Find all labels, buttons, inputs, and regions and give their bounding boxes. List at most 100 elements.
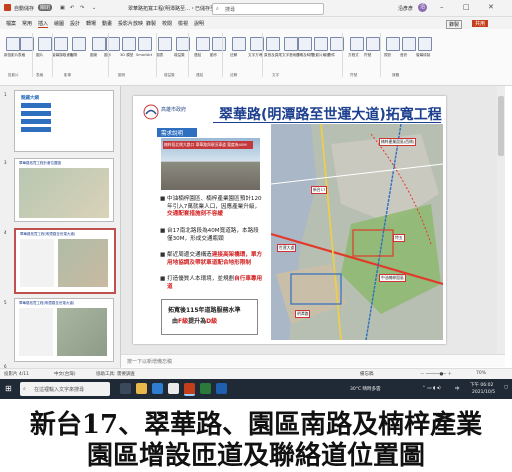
- ribbon-button-label[interactable]: 連結: [194, 53, 201, 58]
- ribbon-button-label[interactable]: SmartArt: [136, 53, 152, 57]
- ribbon-button-label[interactable]: 表格: [18, 53, 25, 58]
- tab-review[interactable]: 校閱: [162, 20, 172, 27]
- ribbon-button-12-icon[interactable]: [212, 37, 226, 51]
- level-from: F級: [178, 318, 189, 325]
- ribbon-button-13-icon[interactable]: [232, 37, 246, 51]
- tab-help[interactable]: 說明: [194, 20, 204, 27]
- ribbon-button-label[interactable]: 圖片: [36, 53, 43, 58]
- vertical-scrollbar[interactable]: [497, 86, 505, 354]
- task-view-icon[interactable]: [120, 383, 131, 394]
- ribbon-button-2-icon[interactable]: [38, 37, 52, 51]
- photo-caption: 楠梓段北側大路口 翠華路與現況車道 寬度為40M: [163, 141, 253, 149]
- word-icon[interactable]: [216, 383, 227, 394]
- ribbon-button-16-icon[interactable]: [284, 37, 298, 51]
- ribbon-button-24-icon[interactable]: [418, 37, 432, 51]
- ribbon-button-label[interactable]: 註解: [230, 53, 237, 58]
- slide-thumbnail[interactable]: 翠華路拓寬工程(明潭路至世運大道): [14, 298, 114, 362]
- weather-widget[interactable]: 30°C 晴時多雲: [350, 386, 381, 392]
- ribbon-separator: [188, 33, 189, 77]
- share-button[interactable]: 共用: [472, 20, 489, 27]
- search-box[interactable]: ⌕ 搜尋: [212, 3, 324, 15]
- tab-record[interactable]: 錄製: [146, 20, 156, 27]
- notes-toggle[interactable]: 備忘稿: [360, 371, 374, 377]
- ribbon-button-label[interactable]: 視訊: [384, 53, 391, 58]
- avatar[interactable]: 沿: [418, 3, 427, 12]
- system-tray-icons[interactable]: ⌃ ▭ ◖ ◂): [422, 386, 441, 391]
- maximize-icon[interactable]: □: [463, 3, 470, 11]
- search-input[interactable]: 搜尋: [225, 6, 235, 13]
- ribbon-button-label[interactable]: 物件: [328, 53, 335, 58]
- taskbar-search-input[interactable]: 在這裡輸入文字來搜尋: [34, 386, 84, 393]
- record-button[interactable]: 錄製: [446, 20, 463, 29]
- search-icon: ⌕: [216, 6, 219, 12]
- tab-slideshow[interactable]: 投影片放映: [118, 20, 143, 27]
- chrome-icon[interactable]: [168, 383, 179, 394]
- ribbon-button-label[interactable]: 相簿: [70, 53, 77, 58]
- quick-access-icon[interactable]: ⌄: [92, 5, 96, 11]
- ribbon-button-11-icon[interactable]: [196, 37, 210, 51]
- clock-time[interactable]: 下午 06:02: [470, 382, 493, 388]
- ribbon-button-5-icon[interactable]: [92, 37, 106, 51]
- tab-insert[interactable]: 插入: [38, 20, 49, 28]
- ribbon-button-4-icon[interactable]: [72, 37, 86, 51]
- tab-animations[interactable]: 動畫: [102, 20, 112, 27]
- autosave-toggle[interactable]: 關閉: [38, 4, 53, 11]
- slide-thumbnail[interactable]: 翠華路拓寬工程計畫位置圖: [14, 158, 114, 222]
- ribbon-button-label[interactable]: 新投影片: [4, 53, 18, 58]
- ribbon-button-21-icon[interactable]: [366, 37, 380, 51]
- ribbon-button-3-icon[interactable]: [54, 37, 68, 51]
- ribbon-button-label[interactable]: 圖案: [90, 53, 97, 58]
- notes-pane[interactable]: 按一下以新增備忘稿: [121, 354, 505, 367]
- accessibility-status[interactable]: 協助工具: 需要調查: [96, 371, 135, 377]
- ribbon-button-8-icon[interactable]: [138, 37, 152, 51]
- ribbon-button-label[interactable]: 音訊: [400, 53, 407, 58]
- ribbon-button-0-icon[interactable]: [6, 37, 20, 51]
- ribbon-button-label[interactable]: 符號: [364, 53, 371, 58]
- tab-transitions[interactable]: 轉場: [86, 20, 96, 27]
- scrollbar-thumb[interactable]: [498, 96, 504, 156]
- tab-file[interactable]: 檔案: [6, 20, 16, 27]
- zoom-level[interactable]: 70%: [476, 371, 486, 376]
- ribbon-button-label[interactable]: 增益集: [174, 53, 185, 58]
- zoom-slider[interactable]: － ─────●─ ＋: [420, 371, 452, 377]
- taskbar-search[interactable]: ⌕ 在這裡輸入文字來搜尋: [20, 382, 110, 396]
- slide-canvas[interactable]: 高雄市政府 翠華路(明潭路至世運大道)拓寬工程 需求說明 楠梓段北側大路口 翠華…: [133, 96, 446, 344]
- slide-thumbnail-selected[interactable]: 翠華路拓寬工程(明潭路至世運大道): [14, 228, 116, 294]
- ribbon-button-label[interactable]: 螢幕錄製: [416, 53, 430, 58]
- tab-draw[interactable]: 繪圖: [54, 20, 64, 27]
- ribbon-button-18-icon[interactable]: [314, 37, 328, 51]
- input-language[interactable]: 中: [455, 386, 460, 392]
- ribbon-button-label[interactable]: 3D 模型: [120, 53, 133, 58]
- slide-thumbnail[interactable]: 競鐵大綱: [14, 90, 114, 152]
- windows-start-icon[interactable]: ⊞: [5, 384, 12, 393]
- ribbon-button-label[interactable]: 方程式: [348, 53, 359, 58]
- ribbon-button-label[interactable]: 圖表: [156, 53, 163, 58]
- tab-design[interactable]: 設計: [70, 20, 80, 27]
- ribbon-button-15-icon[interactable]: [266, 37, 280, 51]
- file-explorer-icon[interactable]: [136, 383, 147, 394]
- ribbon-button-7-icon[interactable]: [122, 37, 136, 51]
- language-indicator[interactable]: 中文(台灣): [54, 371, 76, 377]
- notes-placeholder[interactable]: 按一下以新增備忘稿: [127, 358, 172, 365]
- ribbon-button-label[interactable]: 動作: [210, 53, 217, 58]
- powerpoint-taskbar-icon[interactable]: [184, 383, 195, 396]
- tab-view[interactable]: 檢視: [178, 20, 188, 27]
- ribbon-button-20-icon[interactable]: [350, 37, 364, 51]
- ribbon-button-label[interactable]: 頁首及頁尾: [264, 53, 282, 58]
- ribbon-button-17-icon[interactable]: [298, 37, 312, 51]
- undo-icon[interactable]: ↶: [70, 5, 74, 11]
- edge-icon[interactable]: [152, 383, 163, 394]
- save-icon[interactable]: ▣: [60, 5, 65, 11]
- minimize-icon[interactable]: –: [440, 3, 444, 11]
- ribbon-button-22-icon[interactable]: [386, 37, 400, 51]
- notification-icon[interactable]: ▢: [504, 385, 508, 390]
- close-icon[interactable]: ✕: [488, 3, 494, 11]
- line-icon[interactable]: [200, 383, 211, 394]
- ribbon-button-9-icon[interactable]: [158, 37, 172, 51]
- ribbon-button-label[interactable]: 文字方塊: [248, 53, 262, 58]
- ribbon-button-23-icon[interactable]: [402, 37, 416, 51]
- thumbnail-title: 翠華路拓寬工程計畫位置圖: [19, 161, 61, 165]
- tab-home[interactable]: 常用: [22, 20, 32, 27]
- redo-icon[interactable]: ↷: [80, 5, 84, 11]
- clock-date[interactable]: 2021/10/5: [472, 390, 495, 395]
